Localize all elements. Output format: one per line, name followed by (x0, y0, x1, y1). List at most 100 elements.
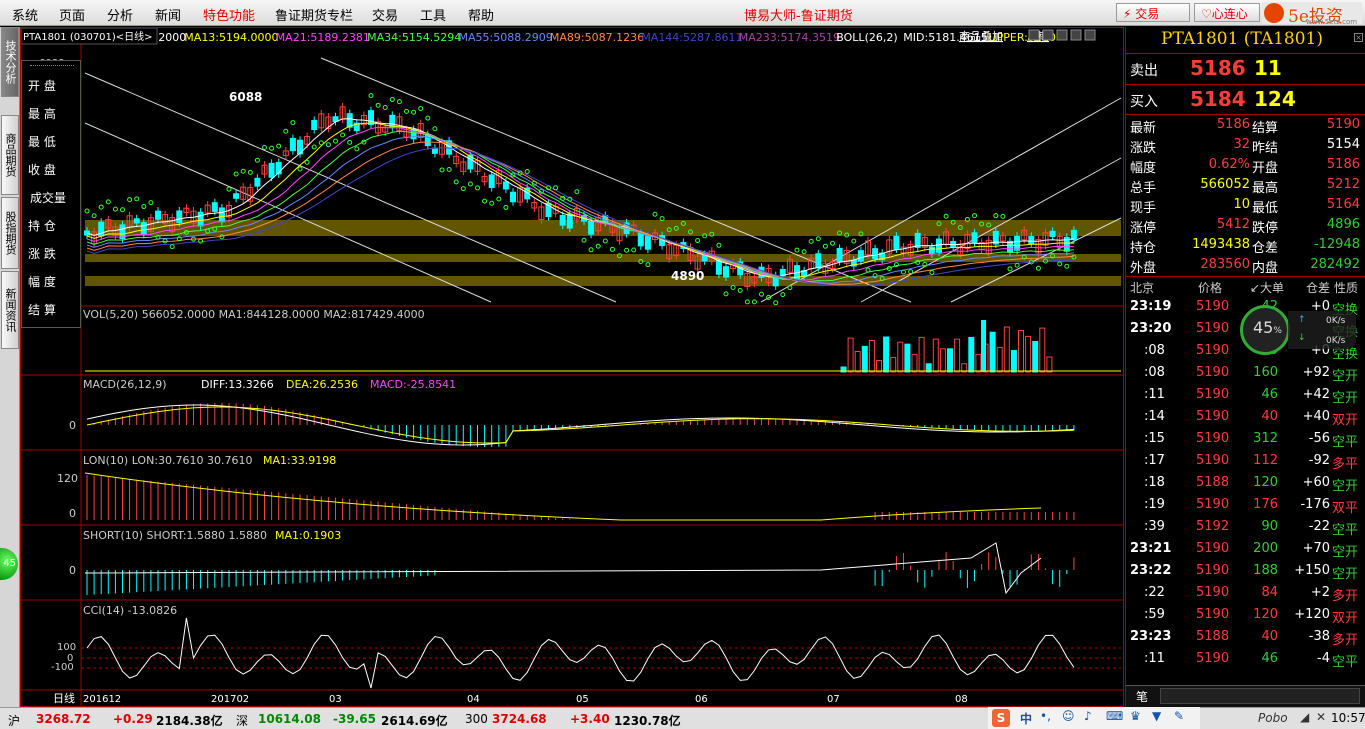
download-speed: 0K/s (1326, 336, 1346, 346)
tick-oichange: +70 (1302, 541, 1330, 556)
tick-time: 23:23 (1130, 629, 1172, 644)
price-zone (85, 276, 1121, 286)
menu-system[interactable]: 系统 (12, 5, 38, 24)
sar-dot (411, 109, 417, 115)
lon-label: LON(10) LON:30.7610 30.7610 (83, 454, 253, 467)
skin-icon[interactable]: ♛ (1130, 709, 1141, 723)
x-tick-label: 04 (467, 694, 480, 705)
sar-dot (141, 204, 147, 210)
tick-volume: 312 (1253, 431, 1278, 446)
ohlc-label-panel: 开 盘 最 高 最 低 收 盘 成交量 持 仓 涨 跌 幅 度 结 算 (21, 60, 81, 328)
volume-bar (883, 336, 890, 373)
tools-icon[interactable]: ✎ (1174, 709, 1184, 723)
sar-dot (311, 144, 317, 150)
toolbar-mini-button[interactable] (1042, 29, 1054, 41)
menu-tools[interactable]: 工具 (420, 5, 446, 24)
sar-dot (865, 267, 871, 273)
menu-help[interactable]: 帮助 (468, 5, 494, 24)
sar-dot (340, 132, 346, 138)
mic-icon[interactable]: ♪ (1084, 709, 1092, 723)
menu-features[interactable]: 特色功能 (203, 5, 255, 24)
keyboard-icon[interactable]: ⌨ (1106, 709, 1123, 723)
flash-icon: ⚡ (1123, 7, 1132, 21)
candle-body (857, 250, 864, 262)
sh-amount: 2184.38亿 (156, 714, 223, 728)
tick-time: :22 (1144, 585, 1165, 600)
sar-dot (730, 284, 736, 290)
sar-dot (318, 140, 324, 146)
quote-value: 5212 (1326, 177, 1360, 192)
kline-chart[interactable]: KMA5:5141.2000MA13:5194.0000MA21:5189.23… (21, 28, 1124, 708)
sar-dot (112, 206, 118, 212)
shirt-icon[interactable]: ▼ (1152, 709, 1161, 723)
tab-index-futures[interactable]: 股指期货 (1, 197, 19, 269)
axis-cci-m100: -100 (51, 662, 74, 673)
sar-dot (744, 299, 750, 305)
menu-trade[interactable]: 交易 (372, 5, 398, 24)
quote-value: 282492 (1310, 257, 1360, 272)
sh-change: +0.29 (113, 712, 153, 726)
ime-mode[interactable]: 中 (1020, 710, 1032, 727)
pobo-label: Pobo (1258, 711, 1288, 725)
volume-bar (918, 336, 925, 373)
menu-analysis[interactable]: 分析 (107, 5, 133, 24)
toolbar-mini-button[interactable] (1070, 29, 1082, 41)
candle-body (836, 247, 843, 263)
sar-dot (439, 167, 445, 173)
tab-news[interactable]: 新闻资讯 (1, 271, 19, 349)
sar-dot (262, 145, 267, 151)
overlay-button[interactable]: 商品叠加 (959, 29, 1003, 43)
volume-bar (847, 337, 854, 373)
buy-price: 5184 (1190, 87, 1246, 111)
menu-news[interactable]: 新闻 (155, 5, 181, 24)
sz-index: 10614.08 (258, 712, 322, 726)
tick-volume: 90 (1261, 519, 1278, 534)
tab-ticks[interactable]: 笔 (1136, 688, 1148, 705)
tick-time: :08 (1144, 343, 1165, 358)
tick-oichange: +150 (1294, 563, 1330, 578)
menu-bar: 系统 页面 分析 新闻 特色功能 鲁证期货专栏 交易 工具 帮助 博易大师-鲁证… (0, 0, 1365, 27)
sell-label: 卖出 (1130, 63, 1158, 79)
menu-luzheng[interactable]: 鲁证期货专栏 (275, 5, 353, 24)
emoji-icon[interactable]: ☺ (1062, 709, 1075, 723)
sar-dot (652, 211, 658, 217)
quote-value: -12948 (1313, 237, 1360, 252)
sar-dot (815, 236, 821, 242)
tick-nature: 空开 (1332, 369, 1359, 384)
toolbar-mini-button[interactable] (1084, 29, 1096, 41)
punct-icon[interactable]: •, (1040, 709, 1051, 723)
horizontal-scrollbar[interactable] (1160, 688, 1360, 704)
tab-technical[interactable]: 技术分析 (1, 27, 19, 97)
upload-arrow-icon: ↑ (1298, 315, 1306, 325)
menu-page[interactable]: 页面 (59, 5, 85, 24)
tick-time: :59 (1144, 607, 1165, 622)
tick-oichange: +40 (1302, 409, 1330, 424)
close-icon[interactable]: × (1354, 33, 1363, 42)
candle-body (872, 248, 879, 260)
candle-body (268, 162, 275, 178)
candle-body (936, 238, 942, 253)
candle-body (723, 266, 729, 278)
mood-button[interactable]: ♡心连心 (1194, 3, 1260, 22)
trade-button[interactable]: ⚡ 交易 (1116, 3, 1190, 22)
macd-value: MACD:-25.8541 (370, 378, 456, 391)
x-tick-label: 08 (955, 694, 968, 705)
ma-label: BOLL(26,2) (836, 31, 897, 44)
label-low: 最 低 (28, 135, 56, 149)
sar-dot (695, 238, 701, 244)
toolbar-mini-button[interactable] (1056, 29, 1068, 41)
low-label: 4890 (671, 269, 704, 283)
close-panel-icon[interactable]: ✕ (1316, 710, 1326, 724)
label-change: 涨 跌 (28, 247, 56, 261)
candle-body (1028, 235, 1035, 245)
ma-label: MA13:5194.0000 (184, 31, 278, 44)
ma-label: MA21:5189.2381 (276, 31, 370, 44)
volume-bar (890, 356, 897, 373)
toolbar-mini-button[interactable] (1028, 29, 1040, 41)
sar-dot (482, 198, 488, 204)
quote-value: 1493438 (1192, 237, 1250, 252)
sogou-icon[interactable]: S (992, 709, 1010, 727)
sar-dot (247, 169, 253, 175)
tab-commodity[interactable]: 商品期货 (1, 115, 19, 195)
tick-nature: 空开 (1332, 545, 1359, 560)
